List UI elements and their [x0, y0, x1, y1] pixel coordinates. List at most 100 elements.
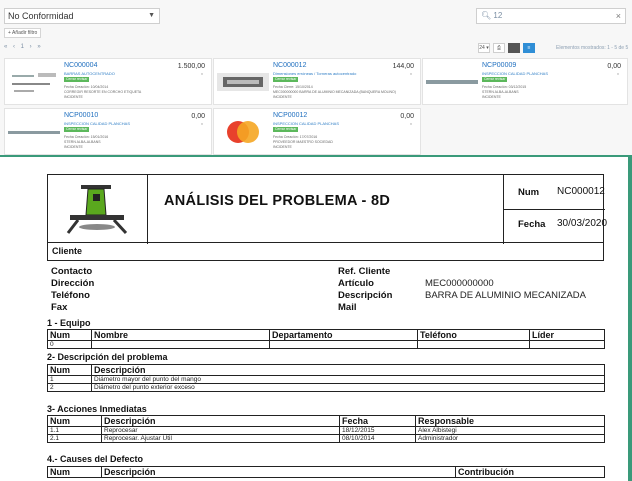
kanban-card[interactable]: NC000004 1.500,00 BARRAS AUTOCENTRADO Ce…	[4, 58, 212, 105]
card-menu-icon[interactable]: x	[410, 71, 412, 76]
num-label: Num	[518, 187, 540, 198]
cell	[417, 340, 530, 349]
direccion-label: Dirección	[51, 278, 95, 289]
table-row: 1.1 Reprocesar 18/12/2015 Alex Albistegi	[47, 426, 605, 435]
table-row: 1 Diámetro mayor del punto del mango	[47, 375, 605, 384]
column-header: Teléfono	[417, 329, 530, 341]
causas-table: Num Descripción Contribución	[47, 466, 605, 478]
status-badge: Cerrar revisar	[64, 127, 90, 132]
column-header: Departamento	[269, 329, 418, 341]
card-amount: 0,00	[607, 63, 621, 70]
ref-cliente-label: Ref. Cliente	[338, 266, 391, 277]
section-title: 3- Acciones Inmediatas	[47, 404, 147, 414]
cell: Reprocesar	[101, 426, 340, 435]
card-line: STERN ALBA-ALBANS	[482, 90, 519, 94]
card-line: INCIDENTE	[64, 95, 83, 99]
card-code[interactable]: NCP00010	[64, 112, 98, 119]
card-line: Fecha Cierre: 15/10/2014	[273, 85, 313, 89]
records-count: Elementos mostrados: 1 - 5 de 5	[556, 45, 629, 51]
equipo-table: Num Nombre Departamento Teléfono Líder 0	[47, 329, 605, 349]
card-menu-icon[interactable]: x	[201, 71, 203, 76]
card-menu-icon[interactable]: x	[410, 121, 412, 126]
clear-search-icon[interactable]: ×	[616, 9, 621, 23]
search-input[interactable]: 🔍︎ 12 ×	[476, 8, 626, 24]
product-image	[227, 121, 259, 143]
card-amount: 0,00	[400, 113, 414, 120]
search-icon: 🔍︎	[481, 11, 492, 20]
column-header: Descripción	[101, 466, 456, 478]
card-subtitle: INSPECCION CALIDAD PLANCHAS	[64, 121, 131, 126]
column-header: Nombre	[91, 329, 270, 341]
section-title: 2- Descripción del problema	[47, 352, 168, 362]
product-image	[426, 80, 478, 84]
card-code[interactable]: NCP00009	[482, 62, 516, 69]
list-view-icon[interactable]: ≡	[523, 43, 535, 53]
product-image	[8, 131, 60, 134]
fax-label: Fax	[51, 302, 68, 313]
cell: Alex Albistegi	[415, 426, 605, 435]
acciones-table: Num Descripción Fecha Responsable 1.1 Re…	[47, 415, 605, 443]
table-row: 2 Diámetro del punto exterior exceso	[47, 383, 605, 392]
fecha-value: 30/03/2020	[557, 218, 608, 229]
num-value: NC000012	[557, 186, 605, 197]
telefono-label: Teléfono	[51, 290, 90, 301]
section-title: 1 - Equipo	[47, 318, 91, 328]
card-line: INCIDENTE	[273, 145, 292, 149]
card-code[interactable]: NC000012	[273, 62, 306, 69]
kanban-card[interactable]: NCP00009 0,00 INSPECCION CALIDAD PLANCHA…	[422, 58, 628, 105]
scrollbar[interactable]	[628, 155, 632, 481]
cell: 1	[47, 375, 92, 384]
card-amount: 144,00	[392, 63, 414, 70]
export-icon[interactable]: ⎙	[493, 43, 505, 53]
per-page-select[interactable]: 24 ▾	[478, 43, 490, 53]
column-header: Num	[47, 329, 92, 341]
kanban-card[interactable]: NCP00012 0,00 INSPECCION CALIDAD PLANCHA…	[213, 108, 421, 155]
kanban-card[interactable]: NC000012 144,00 Dimensiones erróneas / T…	[213, 58, 421, 105]
column-header: Líder	[529, 329, 605, 341]
card-code[interactable]: NCP00012	[273, 112, 307, 119]
mail-label: Mail	[338, 302, 357, 313]
column-header: Descripción	[91, 364, 605, 376]
cell: 0	[47, 340, 92, 349]
report-preview: ANÁLISIS DEL PROBLEMA - 8D Num NC000012 …	[0, 155, 632, 481]
card-line: Fecha Creación: 03/12/2015	[482, 85, 527, 89]
cell: Diámetro mayor del punto del mango	[91, 375, 605, 384]
pager-nav[interactable]: « ‹ 1 › »	[4, 44, 43, 50]
kanban-card[interactable]: NCP00010 0,00 INSPECCION CALIDAD PLANCHA…	[4, 108, 212, 155]
section-title: 4.- Causes del Defecto	[47, 454, 144, 464]
card-line: CORREGIR RESORTE EN CORCHO ETIQUETA	[64, 90, 142, 94]
card-subtitle: Dimensiones erróneas / Torneras autocent…	[273, 71, 357, 76]
card-line: INCIDENTE	[482, 95, 501, 99]
status-badge: Cerrar revisar	[273, 127, 299, 132]
card-line: INCIDENTE	[64, 145, 83, 149]
per-page-value: 24	[479, 45, 485, 51]
card-code[interactable]: NC000004	[64, 62, 97, 69]
card-menu-icon[interactable]: x	[617, 71, 619, 76]
company-logo	[48, 175, 148, 244]
add-filter-button[interactable]: + Añadir filtro	[4, 28, 42, 38]
card-subtitle: BARRAS AUTOCENTRADO	[64, 71, 115, 76]
contacto-label: Contacto	[51, 266, 93, 277]
product-image	[12, 73, 56, 92]
column-header: Descripción	[101, 415, 340, 427]
card-subtitle: INSPECCION CALIDAD PLANCHAS	[273, 121, 340, 126]
cliente-row: Cliente	[47, 243, 604, 261]
cell: 1.1	[47, 426, 102, 435]
cell: Reprocesar. Ajustar Util	[101, 434, 340, 443]
kanban-view-icon[interactable]	[508, 43, 520, 53]
card-line: Fecha Creación: 17/07/2016	[273, 135, 318, 139]
kanban-area: No Conformidad ▼ 🔍︎ 12 × + Añadir filtro…	[0, 0, 632, 155]
card-line: Fecha Creación: 10/04/2014	[64, 85, 109, 89]
descripcion-label: Descripción	[338, 290, 393, 301]
descripcion-value: BARRA DE ALUMINIO MECANIZADA	[425, 290, 587, 301]
filter-select-value: No Conformidad	[8, 11, 74, 21]
card-menu-icon[interactable]: x	[201, 121, 203, 126]
articulo-label: Artículo	[338, 278, 374, 289]
divider	[504, 209, 605, 210]
cell	[529, 340, 605, 349]
cell: Diámetro del punto exterior exceso	[91, 383, 605, 392]
filter-select[interactable]: No Conformidad ▼	[4, 8, 160, 24]
card-line: PROVEEDOR MAESTRO SOCIEDAD	[273, 140, 333, 144]
card-line: MEC000000000 BARRA DE ALUMINIO MECANIZAD…	[273, 90, 396, 94]
report-title: ANÁLISIS DEL PROBLEMA - 8D	[164, 193, 391, 209]
